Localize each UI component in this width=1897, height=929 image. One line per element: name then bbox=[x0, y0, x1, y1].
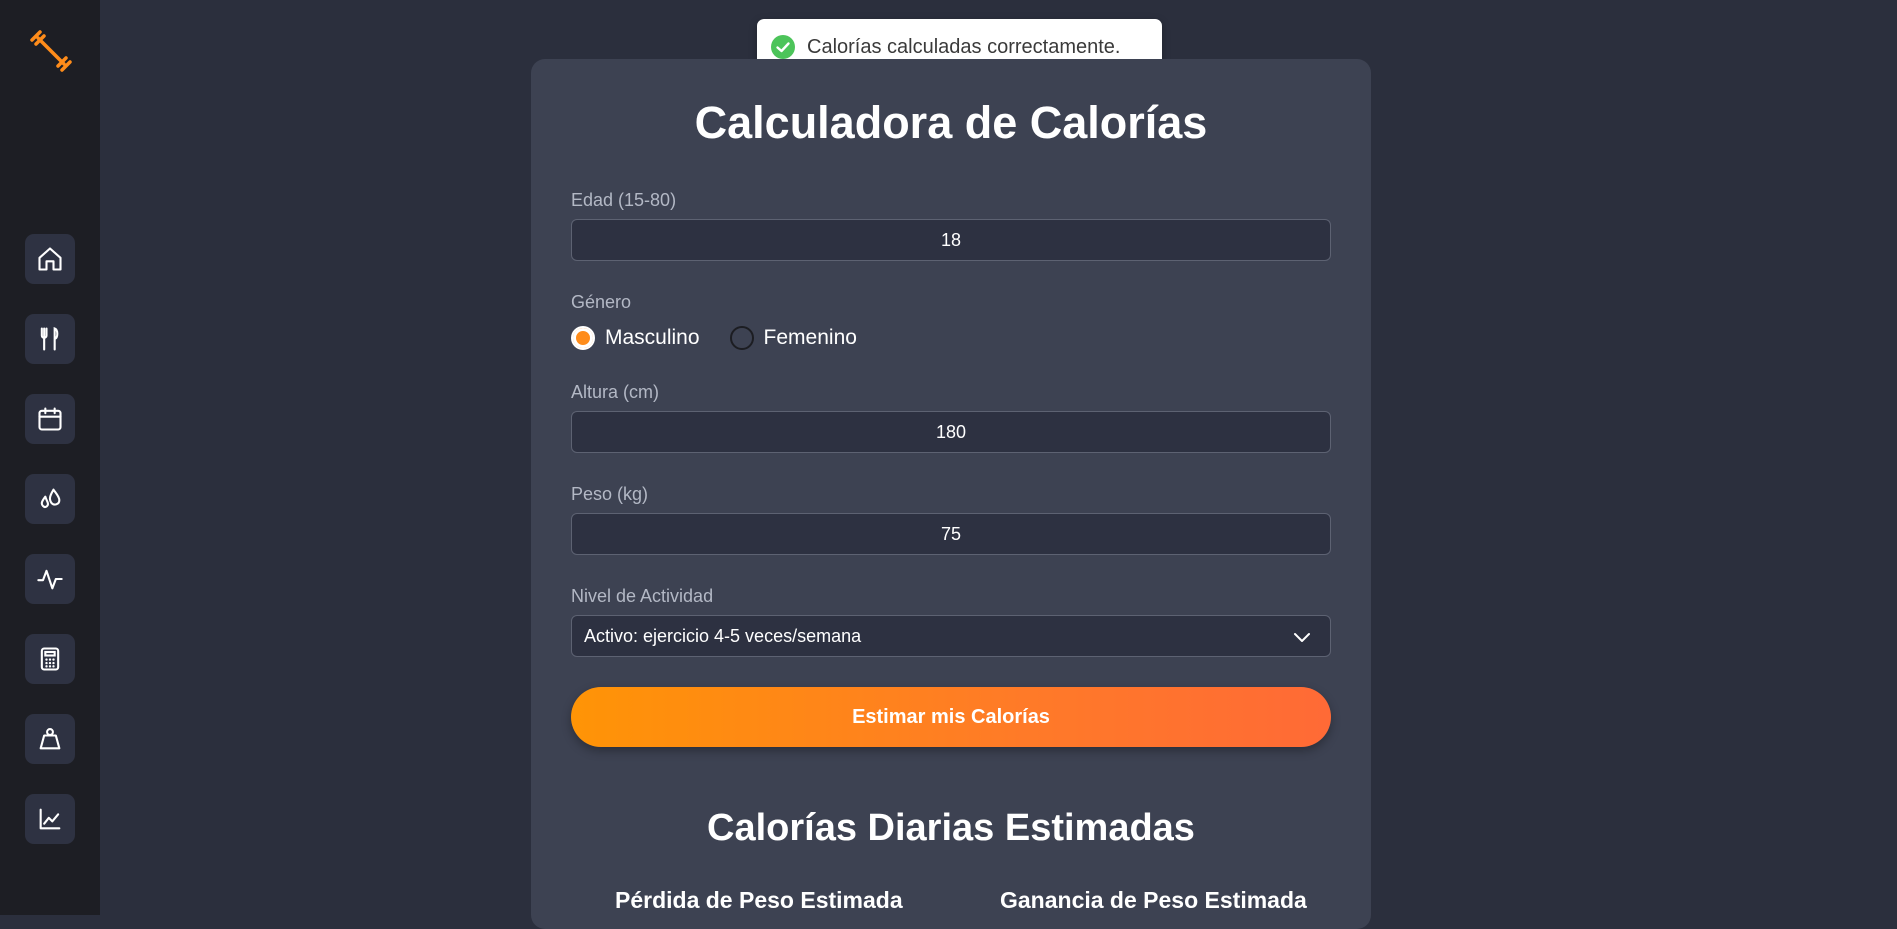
home-icon bbox=[38, 247, 62, 271]
height-input[interactable] bbox=[571, 411, 1331, 453]
age-input[interactable] bbox=[571, 219, 1331, 261]
sidebar-item-activity[interactable] bbox=[25, 554, 75, 604]
sidebar bbox=[0, 0, 100, 915]
gender-radio-group: Masculino Femenino bbox=[571, 323, 887, 353]
check-circle-icon bbox=[771, 35, 795, 59]
calorie-calculator-card: Calculadora de Calorías Edad (15-80) Gén… bbox=[531, 59, 1371, 929]
activity-label: Nivel de Actividad bbox=[571, 586, 714, 606]
estimate-calories-button[interactable]: Estimar mis Calorías bbox=[571, 687, 1331, 747]
fork-knife-icon bbox=[40, 327, 59, 351]
sidebar-item-weight[interactable] bbox=[25, 714, 75, 764]
activity-pulse-icon bbox=[37, 569, 63, 590]
weight-gain-heading: Ganancia de Peso Estimada bbox=[1000, 887, 1307, 913]
radio-button-male[interactable] bbox=[571, 326, 595, 350]
sidebar-item-home[interactable] bbox=[25, 234, 75, 284]
calculator-icon bbox=[40, 647, 60, 671]
sidebar-item-calendar[interactable] bbox=[25, 394, 75, 444]
results-title: Calorías Diarias Estimadas bbox=[707, 807, 1195, 849]
dumbbell-icon[interactable] bbox=[28, 28, 74, 74]
weight-label: Peso (kg) bbox=[571, 484, 649, 504]
weight-loss-heading: Pérdida de Peso Estimada bbox=[615, 887, 903, 913]
sidebar-item-calculator[interactable] bbox=[25, 634, 75, 684]
toast-message: Calorías calculadas correctamente. bbox=[807, 35, 1121, 58]
sidebar-item-progress[interactable] bbox=[25, 794, 75, 844]
water-drops-icon bbox=[40, 488, 61, 508]
sidebar-item-water[interactable] bbox=[25, 474, 75, 524]
gender-label: Género bbox=[571, 292, 632, 312]
radio-label-female: Femenino bbox=[763, 326, 857, 349]
radio-label-male: Masculino bbox=[605, 326, 700, 349]
gender-option-female[interactable]: Femenino bbox=[729, 326, 857, 350]
weight-scale-icon bbox=[39, 728, 61, 750]
age-label: Edad (15-80) bbox=[571, 190, 677, 210]
sidebar-item-meals[interactable] bbox=[25, 314, 75, 364]
gender-option-male[interactable]: Masculino bbox=[571, 326, 700, 350]
page-title: Calculadora de Calorías bbox=[694, 97, 1208, 148]
chevron-down-icon bbox=[1294, 633, 1310, 642]
calendar-icon bbox=[38, 407, 62, 431]
radio-button-female[interactable] bbox=[729, 326, 754, 350]
activity-level-select[interactable]: Activo: ejercicio 4-5 veces/semana bbox=[571, 615, 1331, 657]
weight-input[interactable] bbox=[571, 513, 1331, 555]
activity-level-value: Activo: ejercicio 4-5 veces/semana bbox=[584, 625, 862, 646]
height-label: Altura (cm) bbox=[571, 382, 660, 402]
line-chart-icon bbox=[39, 808, 61, 830]
